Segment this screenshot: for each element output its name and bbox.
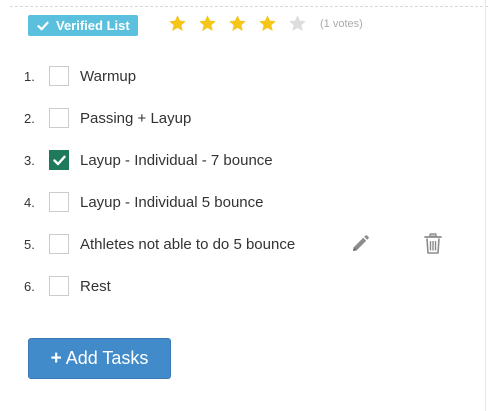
star-icon[interactable]: [198, 14, 217, 33]
task-number: 6.: [24, 279, 35, 294]
star-icon[interactable]: [228, 14, 247, 33]
verified-badge-label: Verified List: [56, 18, 130, 33]
task-item: 5. Athletes not able to do 5 bounce: [0, 233, 460, 258]
task-label: Layup - Individual - 7 bounce: [80, 152, 273, 169]
task-item: 2. Passing + Layup: [0, 108, 460, 132]
add-tasks-button[interactable]: + Add Tasks: [28, 338, 171, 379]
task-item: 6. Rest: [0, 276, 460, 300]
vote-count: (1 votes): [320, 17, 363, 30]
task-item: 4. Layup - Individual 5 bounce: [0, 192, 460, 216]
task-item: 1. Warmup: [0, 66, 460, 90]
star-icon[interactable]: [258, 14, 277, 33]
task-number: 2.: [24, 111, 35, 126]
task-checkbox[interactable]: [49, 276, 69, 296]
task-checkbox[interactable]: [49, 150, 69, 170]
task-number: 5.: [24, 237, 35, 252]
plus-icon: +: [50, 347, 62, 369]
add-tasks-label: Add Tasks: [65, 348, 149, 368]
star-icon[interactable]: [168, 14, 187, 33]
verified-badge: Verified List: [28, 15, 138, 36]
task-label: Passing + Layup: [80, 110, 192, 127]
task-number: 3.: [24, 153, 35, 168]
task-checkbox[interactable]: [49, 108, 69, 128]
top-divider: [10, 6, 488, 7]
star-icon[interactable]: [288, 14, 307, 33]
task-label: Warmup: [80, 68, 137, 85]
task-checkbox[interactable]: [49, 66, 69, 86]
right-divider: [485, 0, 486, 411]
task-checkbox[interactable]: [49, 192, 69, 212]
star-rating: (1 votes): [168, 14, 363, 33]
task-label: Athletes not able to do 5 bounce: [80, 236, 296, 253]
task-number: 4.: [24, 195, 35, 210]
checkmark-icon: [53, 155, 66, 166]
task-number: 1.: [24, 69, 35, 84]
task-label: Layup - Individual 5 bounce: [80, 194, 264, 211]
check-icon: [37, 20, 49, 32]
task-item: 3. Layup - Individual - 7 bounce: [0, 150, 460, 174]
task-label: Rest: [80, 278, 111, 295]
pencil-icon[interactable]: [350, 234, 370, 254]
trash-icon[interactable]: [423, 233, 443, 255]
task-checkbox[interactable]: [49, 234, 69, 254]
